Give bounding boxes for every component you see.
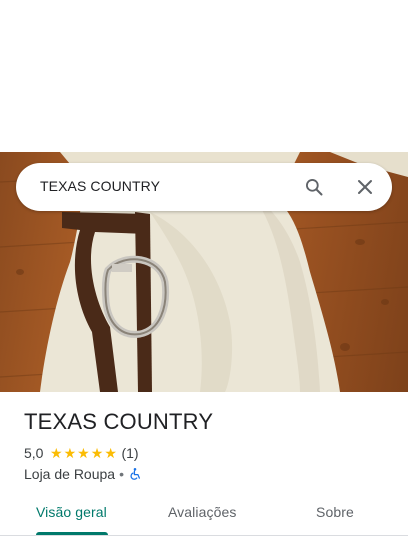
- rating-row[interactable]: 5,0 ★ ★ ★ ★ ★ (1): [24, 444, 139, 462]
- search-bar[interactable]: TEXAS COUNTRY: [16, 163, 392, 211]
- place-tabs: Visão geral Avaliações Sobre: [0, 492, 408, 536]
- place-category: Loja de Roupa: [24, 466, 116, 482]
- map-area-blank: [0, 0, 408, 152]
- search-icon[interactable]: [302, 175, 326, 199]
- place-title: TEXAS COUNTRY: [24, 409, 214, 434]
- tab-reviews[interactable]: Avaliações: [168, 504, 236, 520]
- close-icon[interactable]: [353, 175, 377, 199]
- search-input[interactable]: TEXAS COUNTRY: [40, 178, 160, 194]
- separator-dot: •: [119, 466, 124, 482]
- category-row: Loja de Roupa •: [24, 465, 142, 483]
- rating-value: 5,0: [24, 445, 44, 461]
- wheelchair-icon: [128, 467, 142, 481]
- review-count[interactable]: (1): [121, 445, 138, 461]
- star-icon: ★: [77, 445, 90, 461]
- tabs-divider: [0, 535, 408, 536]
- star-icon: ★: [49, 445, 63, 461]
- star-icon: ★: [90, 445, 104, 461]
- tab-about[interactable]: Sobre: [316, 504, 354, 520]
- tab-overview[interactable]: Visão geral: [36, 504, 107, 520]
- star-icon: ★: [104, 445, 117, 461]
- rating-stars: ★ ★ ★ ★ ★: [49, 446, 117, 460]
- star-icon: ★: [63, 445, 77, 461]
